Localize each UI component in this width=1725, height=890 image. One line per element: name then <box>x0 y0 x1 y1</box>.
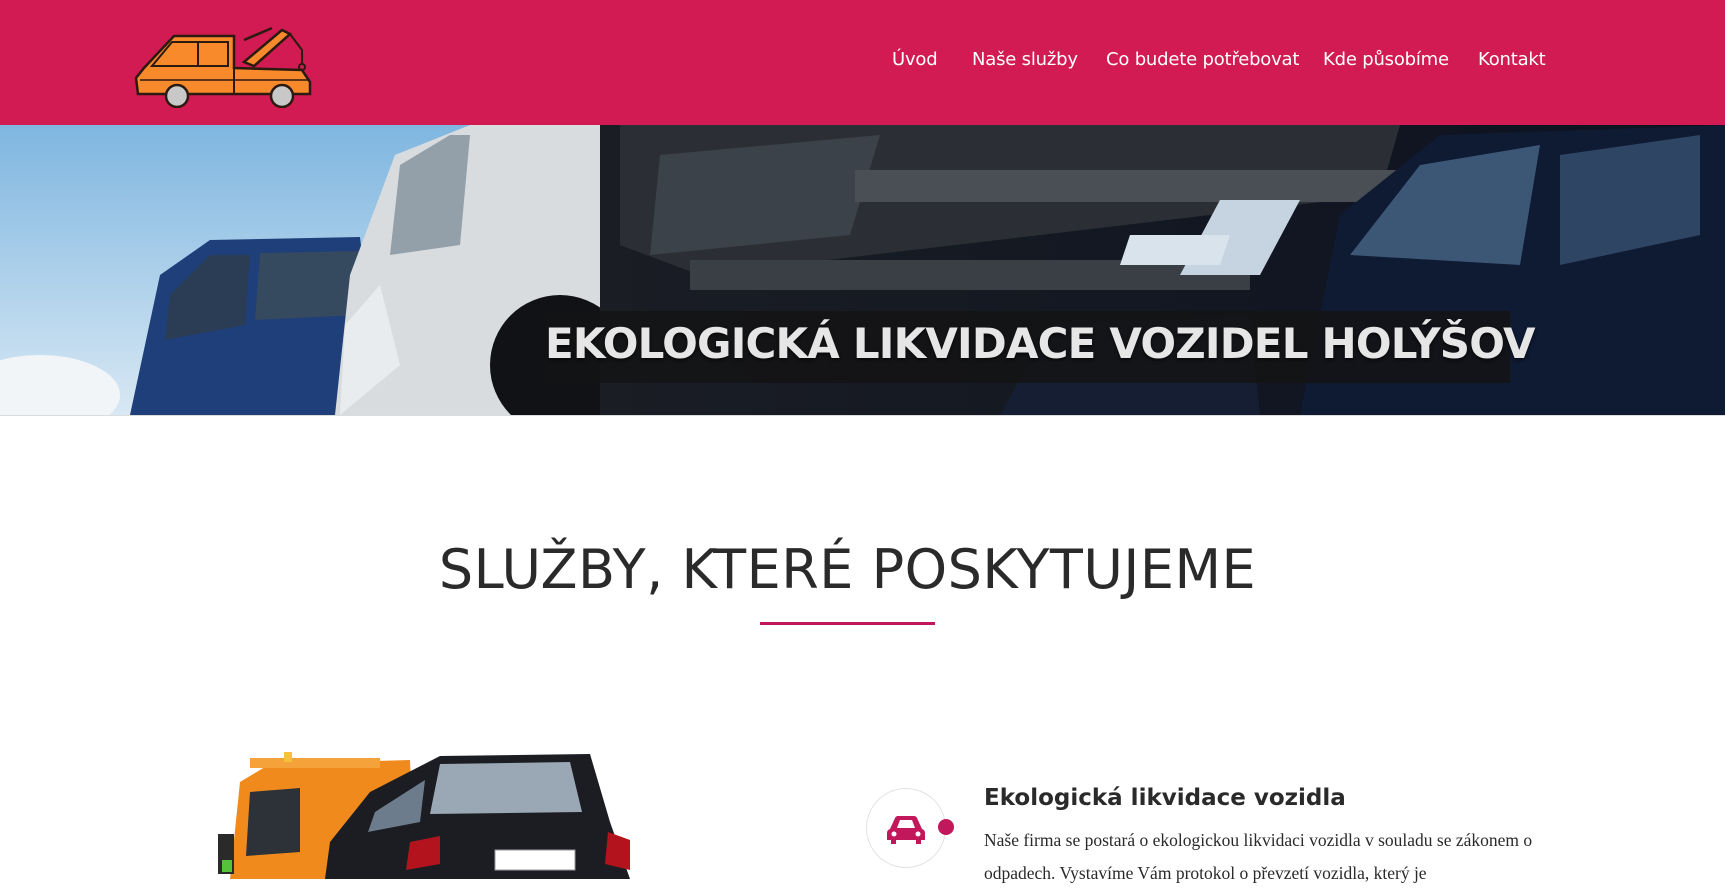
nav-item-kontakt[interactable]: Kontakt <box>1478 49 1546 70</box>
nav-item-uvod[interactable]: Úvod <box>892 49 938 70</box>
nav-item-co-budete-potrebovat[interactable]: Co budete potřebovat <box>1106 49 1299 70</box>
nav-item-kde-pusobime[interactable]: Kde působíme <box>1323 49 1449 70</box>
service-title: Ekologická likvidace vozidla <box>984 785 1346 811</box>
service-accent-dot <box>938 819 954 835</box>
site-header: Úvod Naše služby Co budete potřebovat Kd… <box>0 0 1725 125</box>
section-title: SLUŽBY, KTERÉ POSKYTUJEME <box>438 538 1257 601</box>
nav-item-nase-sluzby[interactable]: Naše služby <box>972 49 1078 70</box>
hero-title: EKOLOGICKÁ LIKVIDACE VOZIDEL HOLÝŠOV <box>545 319 1536 368</box>
car-icon <box>887 816 925 844</box>
service-tow-truck-image <box>210 752 640 879</box>
service-description: Naše firma se postará o ekologickou likv… <box>984 830 1533 883</box>
main-nav: Úvod Naše služby Co budete potřebovat Kd… <box>0 49 1725 79</box>
hero-banner: EKOLOGICKÁ LIKVIDACE VOZIDEL HOLÝŠOV <box>0 125 1725 416</box>
section-title-underline <box>760 622 935 625</box>
service-icon-circle <box>866 788 946 868</box>
